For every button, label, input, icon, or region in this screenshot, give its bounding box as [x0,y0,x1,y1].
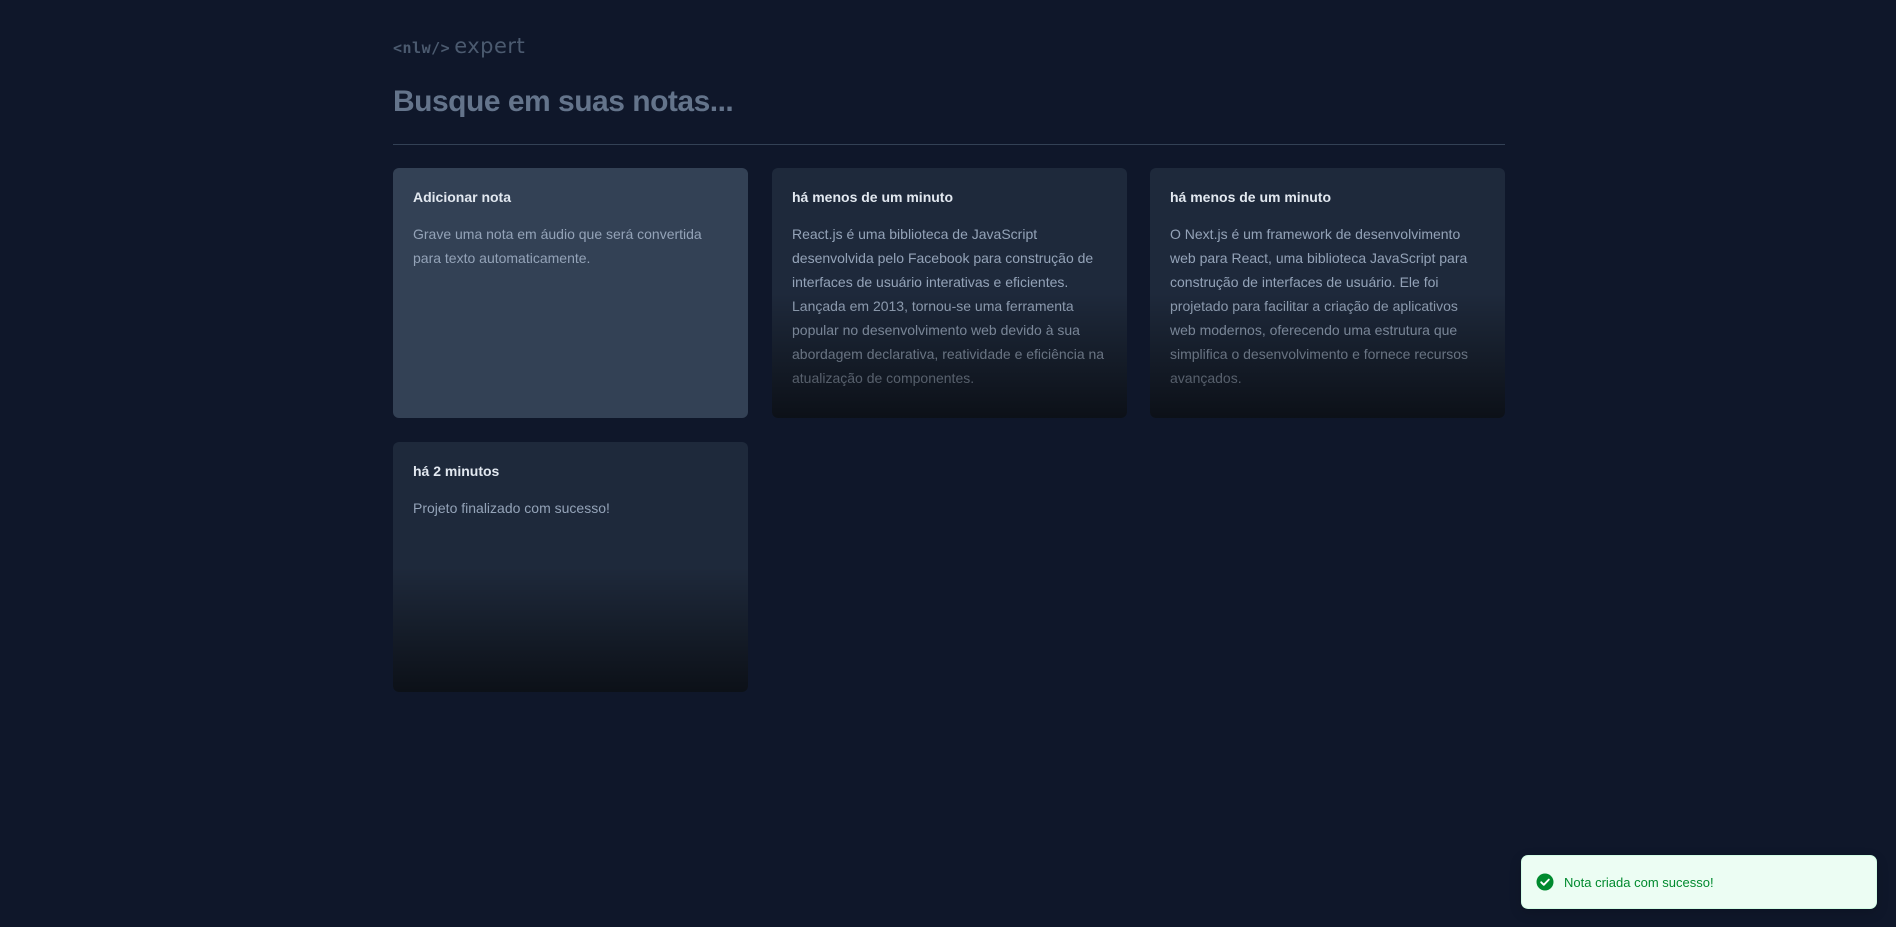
add-note-card[interactable]: Adicionar nota Grave uma nota em áudio q… [393,168,748,418]
nlw-expert-logo: <nlw/> expert [393,34,525,58]
note-date: há 2 minutos [413,463,500,479]
note-content: React.js é uma biblioteca de JavaScript … [792,226,1105,386]
add-note-title: Adicionar nota [413,189,512,205]
success-toast[interactable]: Nota criada com sucesso! [1521,855,1877,909]
note-card[interactable]: há 2 minutos Projeto finalizado com suce… [393,442,748,692]
logo-code-text: <nlw/> [393,39,451,57]
note-card[interactable]: há menos de um minuto O Next.js é um fra… [1150,168,1505,418]
note-card[interactable]: há menos de um minuto React.js é uma bib… [772,168,1127,418]
note-content: O Next.js é um framework de desenvolvime… [1170,226,1469,386]
toast-message: Nota criada com sucesso! [1564,874,1714,890]
logo-word-text: expert [454,34,526,58]
note-content: Projeto finalizado com sucesso! [413,500,610,516]
search-form [393,76,1505,145]
add-note-description: Grave uma nota em áudio que será convert… [413,226,702,266]
check-circle-icon [1536,873,1554,891]
app-root: <nlw/> expert Adicionar nota Grave uma n… [0,0,1896,927]
note-date: há menos de um minuto [792,189,954,205]
search-input[interactable] [393,80,1493,124]
note-date: há menos de um minuto [1170,189,1332,205]
